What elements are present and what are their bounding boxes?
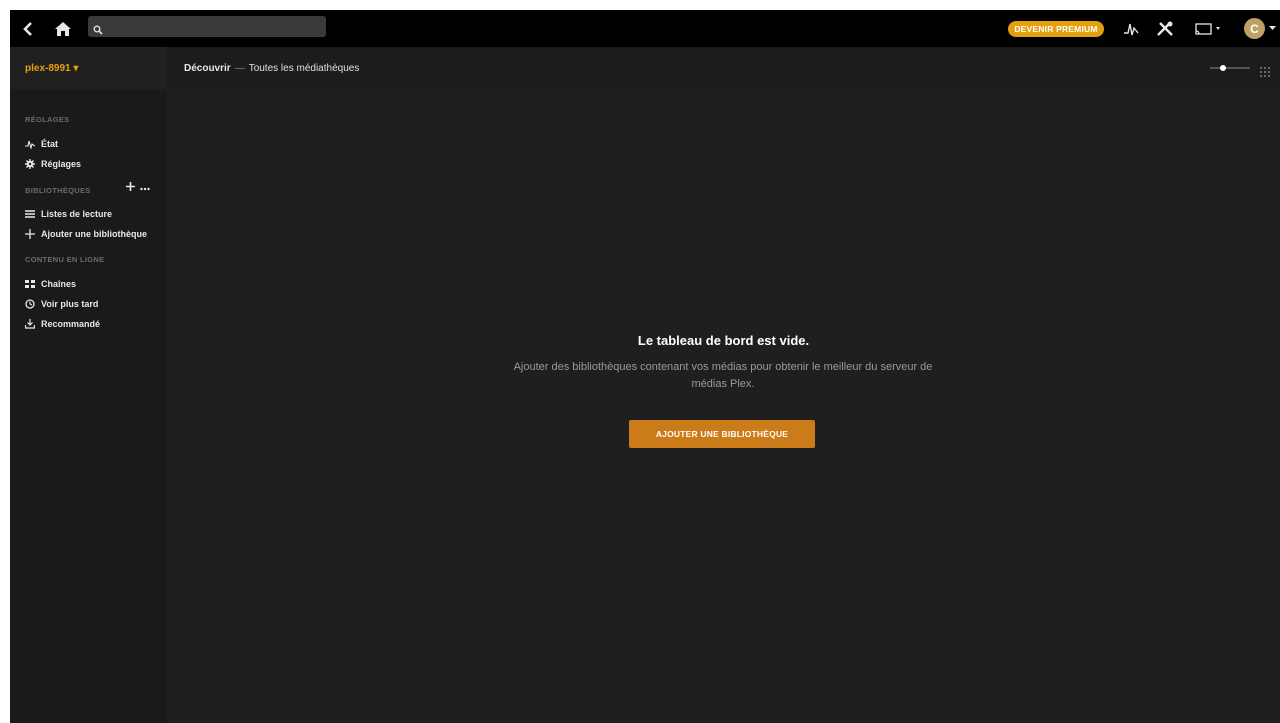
sidebar-item-settings[interactable]: Réglages — [25, 156, 81, 172]
download-tray-icon — [25, 319, 35, 329]
empty-dashboard: Le tableau de bord est vide. Ajouter des… — [167, 47, 1280, 723]
sidebar-item-label: Listes de lecture — [41, 209, 113, 219]
clock-icon — [25, 299, 35, 309]
main-content: Découvrir — Toutes les médiathèques Le t… — [167, 47, 1280, 723]
add-library-button[interactable]: AJOUTER UNE BIBLIOTHÈQUE — [629, 420, 815, 448]
avatar[interactable]: C — [1244, 18, 1265, 39]
chevron-down-icon[interactable] — [1267, 10, 1277, 47]
sidebar-item-label: Ajouter une bibliothèque — [41, 229, 147, 239]
chevron-left-icon[interactable] — [18, 10, 38, 47]
plus-icon — [25, 229, 35, 239]
gear-icon — [25, 159, 35, 169]
sidebar-item-playlists[interactable]: Listes de lecture — [25, 206, 112, 222]
sidebar-item-add-library[interactable]: Ajouter une bibliothèque — [25, 226, 147, 242]
top-bar: DEVENIR PREMIUM C — [10, 10, 1280, 47]
sidebar-item-channels[interactable]: Chaînes — [25, 276, 76, 292]
sidebar-item-recommended[interactable]: Recommandé — [25, 316, 100, 332]
sidebar-item-status[interactable]: État — [25, 136, 58, 152]
grid-icon — [25, 279, 35, 289]
section-heading-libraries: BIBLIOTHÈQUES — [25, 186, 91, 195]
server-selector[interactable]: plex-8991 ▾ — [10, 47, 167, 89]
sidebar-item-watch-later[interactable]: Voir plus tard — [25, 296, 98, 312]
empty-state-title: Le tableau de bord est vide. — [637, 333, 810, 348]
list-icon — [25, 209, 35, 219]
cast-icon[interactable] — [1192, 10, 1226, 47]
plex-app-window: DEVENIR PREMIUM C plex-8991 ▾ RÉGLAGES É… — [10, 10, 1280, 723]
sidebar-item-label: État — [41, 139, 59, 149]
empty-state-description: Ajouter des bibliothèques contenant vos … — [513, 361, 933, 390]
search-bar[interactable] — [88, 16, 326, 37]
more-icon[interactable] — [140, 180, 150, 194]
activity-icon[interactable] — [1120, 10, 1142, 47]
section-heading-online-content: CONTENU EN LIGNE — [25, 255, 105, 264]
sidebar: plex-8991 ▾ RÉGLAGES État Réglages BIBLI… — [10, 47, 167, 723]
library-actions — [126, 180, 150, 194]
wrench-tools-icon[interactable] — [1154, 10, 1176, 47]
sidebar-item-label: Voir plus tard — [41, 299, 99, 309]
go-premium-button[interactable]: DEVENIR PREMIUM — [1008, 21, 1104, 37]
activity-icon — [25, 139, 35, 149]
sidebar-item-label: Chaînes — [41, 279, 77, 289]
plus-icon[interactable] — [126, 180, 135, 194]
search-input[interactable] — [108, 16, 322, 37]
search-icon — [93, 20, 103, 39]
sidebar-item-label: Recommandé — [41, 319, 101, 329]
section-heading-settings: RÉGLAGES — [25, 115, 70, 124]
sidebar-item-label: Réglages — [41, 159, 82, 169]
home-icon[interactable] — [52, 10, 74, 47]
